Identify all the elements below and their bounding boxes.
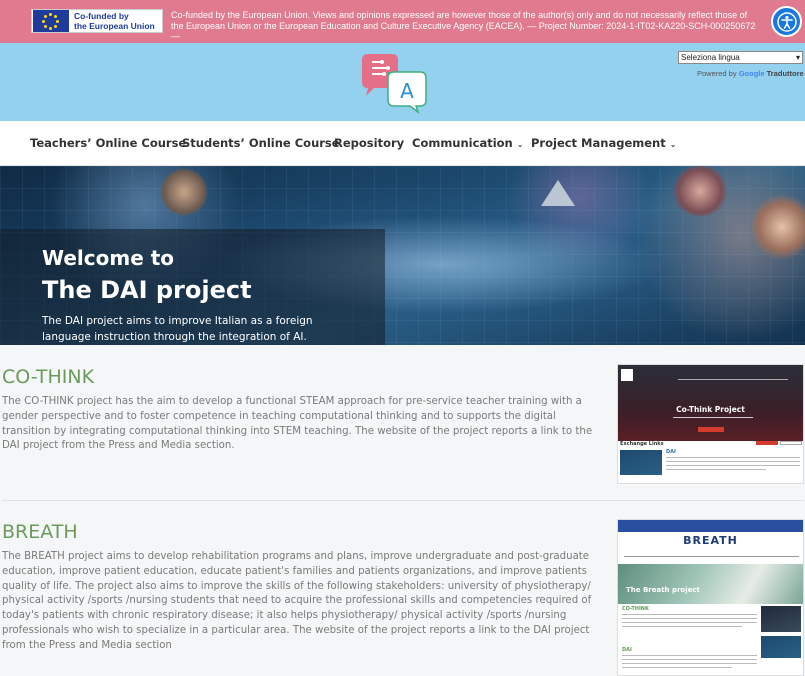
eu-flag-icon — [33, 10, 69, 32]
accessibility-button[interactable] — [771, 6, 802, 37]
translate-link[interactable]: Traduttore — [767, 69, 804, 78]
dai-logo-icon: A — [362, 54, 427, 115]
accessibility-icon — [776, 11, 797, 32]
eu-logo: Co-funded by the European Union — [31, 9, 163, 33]
thumb-title: Co-Think Project — [676, 405, 745, 414]
language-select[interactable]: Seleziona lingua ▾ — [678, 51, 803, 64]
chevron-down-icon: ▾ — [795, 53, 800, 62]
powered-by-prefix: Powered by — [697, 69, 737, 78]
thumb-section: Exchange Links — [620, 441, 664, 447]
nav-communication[interactable]: Communication ⌄ — [412, 136, 523, 150]
eu-logo-text: Co-funded by the European Union — [74, 11, 155, 31]
chevron-down-icon: ⌄ — [669, 140, 677, 149]
nav-repository[interactable]: Repository — [334, 136, 404, 150]
eu-logo-line2: the European Union — [74, 21, 155, 31]
section-divider — [2, 500, 804, 501]
main-navigation: Teachers’ Online Course Students’ Online… — [0, 121, 805, 166]
project-text-breath: The BREATH project aims to develop rehab… — [2, 551, 592, 651]
powered-by-google-translate: Powered by Google Traduttore — [697, 69, 804, 78]
nav-students-online-course[interactable]: Students’ Online Course — [182, 136, 340, 150]
eu-funding-banner: Co-funded by the European Union Co-funde… — [0, 0, 805, 43]
eu-disclaimer: Co-funded by the European Union. Views a… — [171, 10, 756, 41]
hero-title: The DAI project — [42, 276, 252, 304]
thumb-item: DAI — [666, 449, 676, 455]
thumb-item: DAI — [622, 647, 632, 653]
hero-portrait-image — [670, 166, 730, 216]
hero-portrait-image — [752, 192, 805, 262]
project-title-cothink: CO-THINK — [2, 366, 95, 388]
site-header: A Seleziona lingua ▾ Powered by Google T… — [0, 43, 805, 121]
project-screenshot-breath[interactable]: BREATH The Breath project CO-THINK DAI — [617, 519, 804, 676]
thumb-title: BREATH — [683, 534, 738, 547]
eu-logo-line1: Co-funded by — [74, 11, 129, 21]
thumb-section: CO-THINK — [622, 606, 649, 612]
hero-portrait-image — [160, 168, 208, 216]
project-text-cothink: The CO-THINK project has the aim to deve… — [2, 396, 593, 452]
language-select-value: Seleziona lingua — [681, 53, 740, 62]
thumb-hero-text: The Breath project — [626, 586, 700, 594]
nav-teachers-online-course[interactable]: Teachers’ Online Course — [30, 136, 186, 150]
chevron-down-icon: ⌄ — [516, 140, 524, 149]
hero-description: The DAI project aims to improve Italian … — [42, 315, 313, 343]
project-title-breath: BREATH — [2, 521, 78, 543]
hero-welcome: Welcome to — [42, 246, 175, 270]
project-screenshot-cothink[interactable]: Co-Think Project Exchange Links DAI — [617, 364, 804, 484]
nav-project-management[interactable]: Project Management ⌄ — [531, 136, 676, 150]
hero-decor-triangle — [541, 180, 575, 206]
logo-letter: A — [400, 79, 414, 103]
google-logo: Google — [738, 69, 765, 78]
site-logo[interactable]: A — [358, 52, 428, 115]
hero-banner: Welcome to The DAI project The DAI proje… — [0, 166, 805, 345]
